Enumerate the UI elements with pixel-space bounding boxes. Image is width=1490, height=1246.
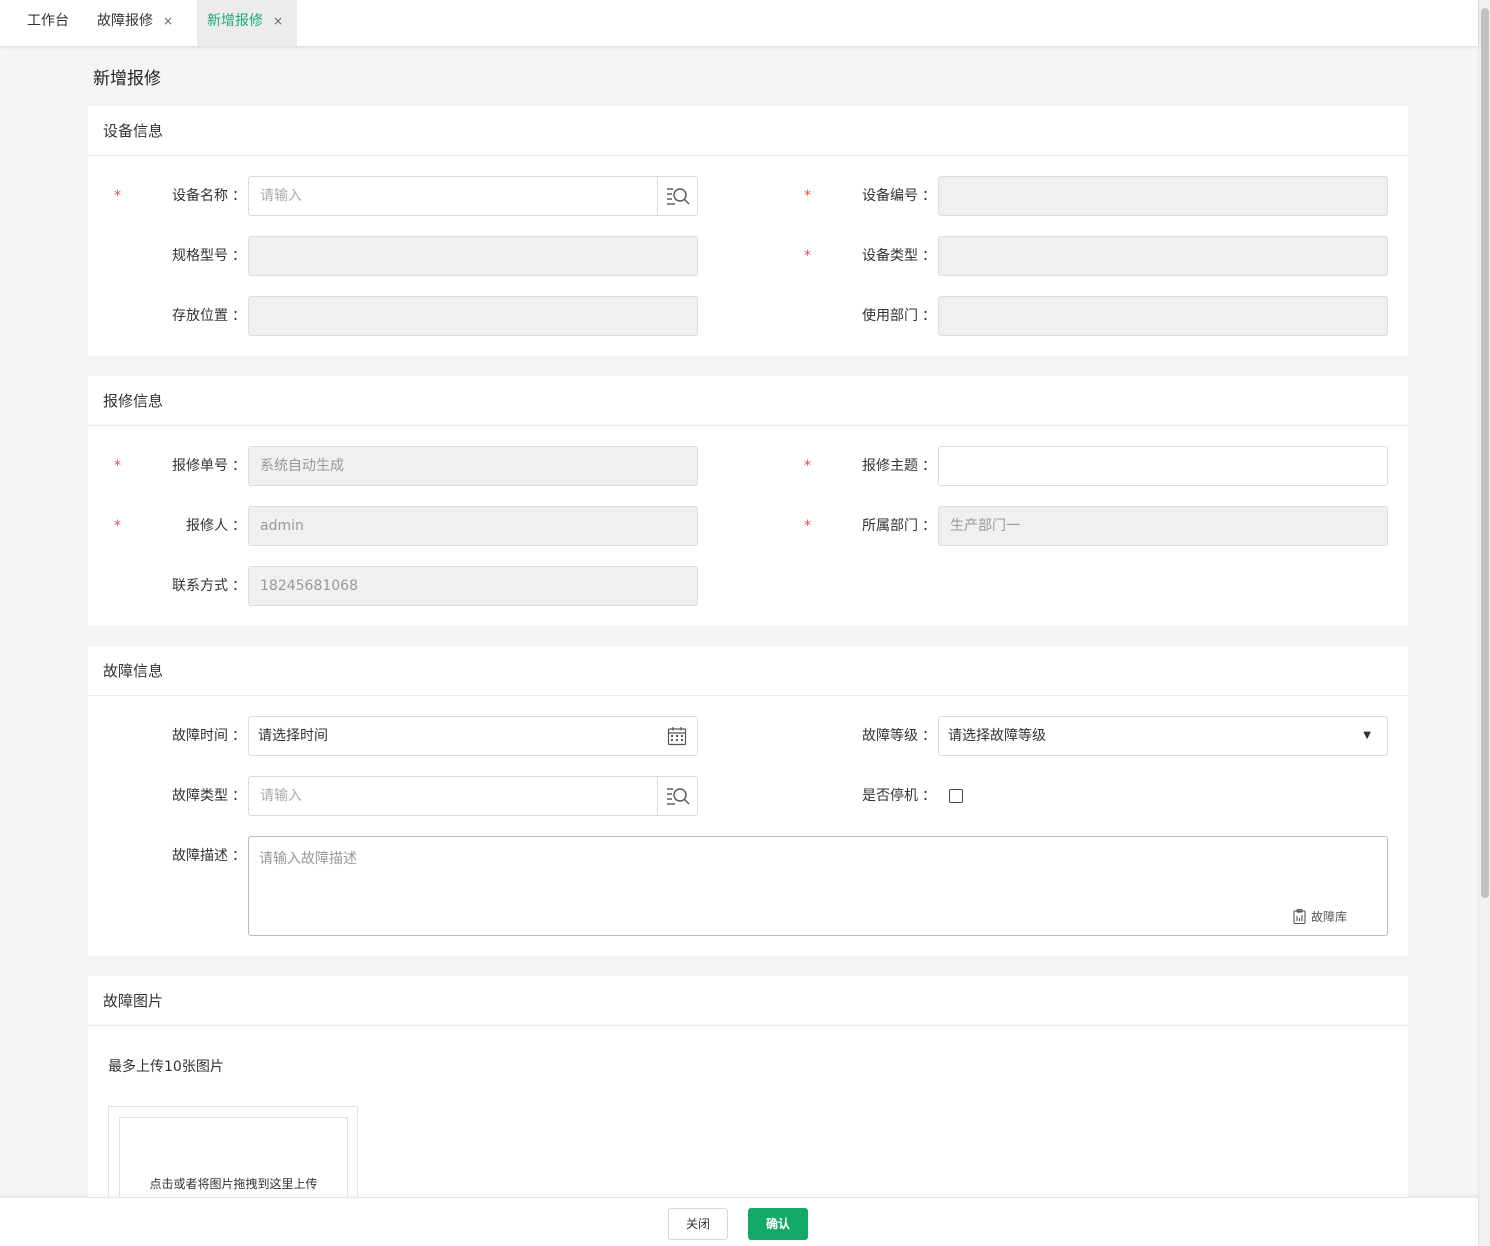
colon: ：	[922, 188, 936, 204]
tab-label: 故障报修	[97, 13, 153, 29]
dept-value: 生产部门一	[950, 518, 1020, 534]
colon: ：	[232, 728, 246, 744]
colon: ：	[922, 458, 936, 474]
spec-model-input[interactable]	[248, 236, 698, 276]
section-title: 报修信息	[88, 376, 1408, 426]
colon: ：	[232, 188, 246, 204]
colon: ：	[232, 248, 246, 264]
reporter-label: 报修人	[186, 518, 228, 534]
tab-bar: 工作台 故障报修 × 新增报修 ×	[0, 0, 1478, 46]
reporter-value: admin	[260, 518, 304, 534]
required-mark: *	[804, 248, 811, 264]
fault-level-label: 故障等级	[862, 728, 918, 744]
colon: ：	[232, 458, 246, 474]
vertical-scrollbar[interactable]	[1478, 0, 1490, 1246]
scrollbar-thumb[interactable]	[1481, 8, 1489, 898]
device-type-input[interactable]	[938, 236, 1388, 276]
device-code-input[interactable]	[938, 176, 1388, 216]
colon: ：	[922, 248, 936, 264]
fault-time-placeholder: 请选择时间	[258, 728, 328, 744]
colon: ：	[232, 848, 246, 864]
search-list-icon[interactable]	[657, 777, 697, 815]
image-upload-area[interactable]: 点击或者将图片拖拽到这里上传	[108, 1106, 358, 1206]
colon: ：	[922, 788, 936, 804]
location-label: 存放位置	[172, 308, 228, 324]
upload-hint: 点击或者将图片拖拽到这里上传	[149, 1177, 318, 1191]
colon: ：	[232, 518, 246, 534]
device-name-label: 设备名称	[172, 188, 228, 204]
fault-time-label: 故障时间	[172, 728, 228, 744]
close-icon[interactable]: ×	[273, 14, 283, 28]
dept-input[interactable]: 生产部门一	[938, 506, 1388, 546]
colon: ：	[232, 308, 246, 324]
page-title: 新增报修	[93, 69, 161, 89]
fault-info-card: 故障信息 故障时间 ： 请选择时间 故障等级 ： 请选择故障等级 ▼ 故障类型 …	[88, 646, 1408, 956]
fault-time-picker[interactable]: 请选择时间	[248, 716, 698, 756]
device-info-card: 设备信息 * 设备名称 ： * 设备编号 ： 规格型号 ： * 设备类型 ： 存…	[88, 106, 1408, 356]
description-placeholder: 请输入故障描述	[259, 851, 357, 867]
fault-library-button[interactable]: 故障库	[1293, 908, 1347, 925]
upload-note: 最多上传10张图片	[108, 1059, 224, 1075]
caret-down-icon: ▼	[1363, 730, 1371, 741]
reporter-input[interactable]: admin	[248, 506, 698, 546]
required-mark: *	[804, 458, 811, 474]
shutdown-checkbox[interactable]	[949, 789, 963, 803]
contact-value: 18245681068	[260, 578, 358, 594]
close-button[interactable]: 关闭	[668, 1208, 728, 1240]
required-mark: *	[114, 188, 121, 204]
section-title: 故障信息	[88, 646, 1408, 696]
device-code-label: 设备编号	[862, 188, 918, 204]
device-name-input[interactable]	[248, 176, 698, 216]
shutdown-label: 是否停机	[862, 788, 918, 804]
tab-fault-repair[interactable]: 故障报修 ×	[97, 0, 173, 46]
fault-type-textbox[interactable]	[249, 777, 697, 815]
tab-label: 新增报修	[207, 13, 263, 29]
required-mark: *	[804, 518, 811, 534]
dept-label: 所属部门	[862, 518, 918, 534]
fault-type-input[interactable]	[248, 776, 698, 816]
fault-type-label: 故障类型	[172, 788, 228, 804]
required-mark: *	[114, 518, 121, 534]
tab-label: 工作台	[27, 13, 69, 29]
subject-textbox[interactable]	[939, 447, 1387, 485]
calendar-icon[interactable]	[667, 726, 687, 750]
fault-level-selected: 请选择故障等级	[948, 728, 1046, 744]
spec-model-label: 规格型号	[172, 248, 228, 264]
colon: ：	[922, 518, 936, 534]
tab-new-repair[interactable]: 新增报修 ×	[197, 0, 297, 46]
description-label: 故障描述	[172, 848, 228, 864]
required-mark: *	[114, 458, 121, 474]
device-name-textbox[interactable]	[249, 177, 697, 215]
description-textarea[interactable]: 请输入故障描述 故障库	[248, 836, 1388, 936]
colon: ：	[922, 308, 936, 324]
contact-input[interactable]: 18245681068	[248, 566, 698, 606]
device-type-label: 设备类型	[862, 248, 918, 264]
fault-level-select[interactable]: 请选择故障等级 ▼	[938, 716, 1388, 756]
tab-workbench[interactable]: 工作台	[27, 0, 69, 46]
order-no-input[interactable]: 系统自动生成	[248, 446, 698, 486]
colon: ：	[232, 578, 246, 594]
upload-dropzone[interactable]: 点击或者将图片拖拽到这里上传	[119, 1117, 348, 1202]
order-no-label: 报修单号	[172, 458, 228, 474]
fault-library-label: 故障库	[1310, 910, 1347, 924]
colon: ：	[232, 788, 246, 804]
order-no-value: 系统自动生成	[260, 458, 344, 474]
library-icon	[1293, 909, 1306, 924]
close-icon[interactable]: ×	[163, 14, 173, 28]
contact-label: 联系方式	[172, 578, 228, 594]
colon: ：	[922, 728, 936, 744]
required-mark: *	[804, 188, 811, 204]
repair-info-card: 报修信息 * 报修单号 ： 系统自动生成 * 报修主题 ： * 报修人 ： ad…	[88, 376, 1408, 626]
department-label: 使用部门	[862, 308, 918, 324]
section-title: 故障图片	[88, 976, 1408, 1026]
location-input[interactable]	[248, 296, 698, 336]
subject-label: 报修主题	[862, 458, 918, 474]
department-input[interactable]	[938, 296, 1388, 336]
subject-input[interactable]	[938, 446, 1388, 486]
search-list-icon[interactable]	[657, 177, 697, 215]
confirm-button[interactable]: 确认	[748, 1208, 808, 1240]
section-title: 设备信息	[88, 106, 1408, 156]
footer-bar: 关闭 确认	[0, 1197, 1478, 1246]
